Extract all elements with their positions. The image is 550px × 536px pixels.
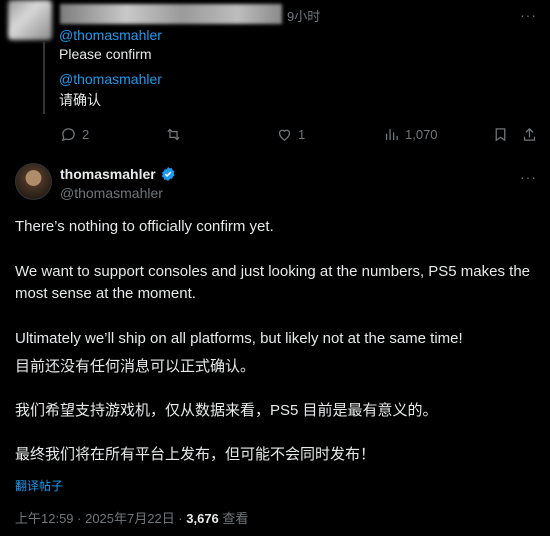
retweet-icon [167,128,180,141]
reply-time[interactable]: 9小时 [287,6,320,25]
bookmark-icon [495,128,506,142]
tweet-paragraph: There’s nothing to officially confirm ye… [15,218,274,235]
mention-link[interactable]: @thomasmahler [59,27,162,43]
tweet-meta: 上午12:59 · 2025年7月22日 · 3,676 查看 [15,508,248,527]
author-handle[interactable]: @thomasmahler [60,185,163,201]
retweet-button[interactable] [165,126,182,143]
share-button[interactable] [521,126,538,143]
blurred-username [60,4,282,24]
views-label: 查看 [218,511,249,526]
reply-text: Please confirm [59,46,152,62]
tweet-paragraph: 目前还没有任何消息可以正式确认。 [15,358,256,375]
tweet-paragraph: We want to support consoles and just loo… [15,263,531,302]
heart-icon [278,129,291,141]
action-bar: 2 1 1,070 [0,124,550,146]
author-name[interactable]: thomasmahler [60,166,156,182]
share-icon [523,127,536,141]
verified-badge-icon [161,167,175,181]
reply-count: 2 [82,127,90,142]
mention-link[interactable]: @thomasmahler [59,71,162,87]
views-button[interactable]: 1,070 [383,126,438,143]
timestamp[interactable]: 上午12:59 · 2025年7月22日 · [15,511,186,526]
view-count: 1,070 [405,127,438,142]
tweet-paragraph: 我们希望支持游戏机，仅从数据来看，PS5 目前是最有意义的。 [15,402,438,419]
like-count: 1 [298,127,306,142]
thread-line [43,42,45,114]
more-options-icon[interactable]: ··· [520,170,537,184]
tweet-paragraph: 最终我们将在所有平台上发布，但可能不会同时发布！ [15,446,376,463]
bookmark-button[interactable] [492,126,509,143]
like-button[interactable]: 1 [276,126,305,143]
tweet-paragraph: Ultimately we’ll ship on all platforms, … [15,330,463,347]
reply-button[interactable]: 2 [60,126,89,143]
analytics-icon [385,128,398,141]
avatar[interactable] [15,163,52,200]
translate-link[interactable]: 翻译帖子 [15,477,63,494]
blurred-avatar [8,0,52,40]
reply-text: 请确认 [59,92,101,108]
reply-icon [61,128,75,142]
views-count: 3,676 [186,511,219,526]
more-options-icon[interactable]: ··· [520,8,537,22]
